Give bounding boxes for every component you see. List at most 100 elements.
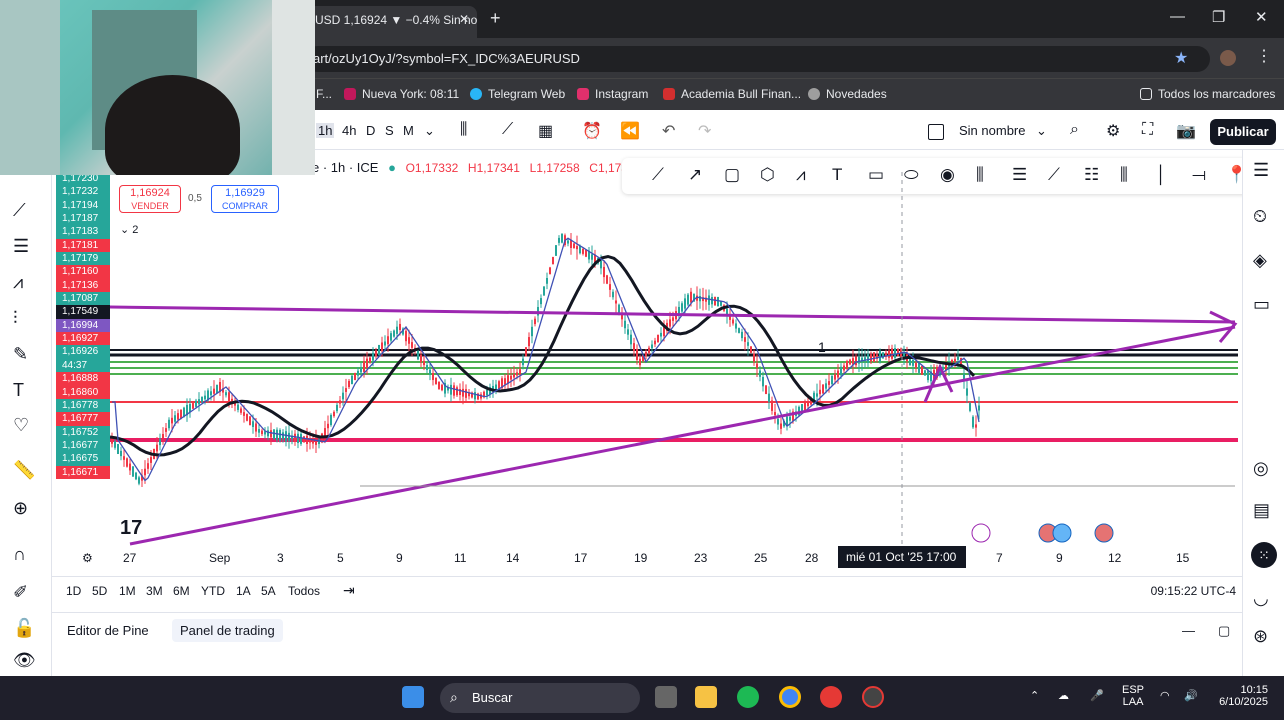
time-axis[interactable]: ⚙ 27 Sep 3 5 9 11 14 17 19 23 25 28 mié …: [52, 546, 1242, 570]
period-ytd[interactable]: YTD: [201, 584, 225, 598]
chrome-taskbar-icon[interactable]: [779, 686, 801, 708]
tab-trading-panel[interactable]: Panel de trading: [172, 619, 283, 642]
candle-body: [672, 317, 674, 321]
zoom-icon[interactable]: ⊕: [13, 498, 28, 519]
task-view-icon[interactable]: [655, 686, 677, 708]
undo-icon[interactable]: ↶: [662, 121, 675, 141]
browser-menu-icon[interactable]: ⋮: [1256, 46, 1272, 66]
indicators-icon[interactable]: ⟋: [502, 121, 513, 139]
signal-icon[interactable]: ◡: [1253, 588, 1269, 609]
url-field[interactable]: art/ozUy1OyJ/?symbol=FX_IDC%3AEURUSD: [305, 46, 1210, 72]
event-flag-icon-2[interactable]: [1052, 523, 1072, 543]
eye-icon[interactable]: 👁: [13, 650, 36, 671]
go-to-date-icon[interactable]: ⇥: [343, 582, 355, 599]
tray-chevron-icon[interactable]: ⌃: [1030, 689, 1039, 702]
layout-icon[interactable]: [928, 124, 944, 140]
xaxis-settings-icon[interactable]: ⚙: [82, 551, 93, 565]
apps-grid-icon[interactable]: ⁙: [1251, 542, 1277, 568]
fib-tool-icon[interactable]: ☰: [13, 236, 29, 257]
interval-m[interactable]: M: [403, 123, 414, 138]
trendline-tool-icon[interactable]: ⟋: [13, 200, 26, 221]
price-scale[interactable]: 1,17230 1,17232 1,17194 1,17187 1,17183 1,171…: [56, 172, 110, 546]
pattern-tool-icon[interactable]: ⩘: [13, 272, 23, 293]
price-chart-canvas[interactable]: 1 17: [110, 172, 1240, 546]
event-flag-icon-3[interactable]: [1094, 523, 1114, 543]
mic-icon[interactable]: 🎤: [1090, 689, 1104, 702]
file-explorer-icon[interactable]: [695, 686, 717, 708]
text-tool-icon[interactable]: T: [13, 380, 24, 401]
app-settings-icon[interactable]: [862, 686, 884, 708]
bookmark-novedades[interactable]: Novedades: [808, 87, 887, 101]
profile-avatar[interactable]: [1220, 50, 1236, 66]
close-window-button[interactable]: ✕: [1255, 8, 1268, 26]
period-3m[interactable]: 3M: [146, 584, 163, 598]
alerts-clock-icon[interactable]: ⏲: [1253, 206, 1267, 227]
period-5a[interactable]: 5A: [261, 584, 276, 598]
lock-drawing-icon[interactable]: ✐: [13, 582, 28, 603]
interval-4h[interactable]: 4h: [342, 123, 356, 138]
new-tab-icon[interactable]: +: [490, 8, 501, 29]
help-icon[interactable]: ⊛: [1253, 626, 1268, 647]
prediction-tool-icon[interactable]: ⫶: [13, 308, 18, 329]
period-1m[interactable]: 1M: [119, 584, 136, 598]
replay-icon[interactable]: ⏪: [620, 121, 640, 141]
alert-icon[interactable]: ⏰: [582, 121, 602, 141]
chat-icon[interactable]: ▭: [1253, 294, 1270, 315]
interval-d[interactable]: D: [366, 123, 375, 138]
candle-type-icon[interactable]: ⫼: [460, 121, 467, 139]
language-indicator[interactable]: ESP LAA: [1122, 684, 1144, 708]
volume-icon[interactable]: 🔊: [1184, 689, 1198, 702]
all-bookmarks[interactable]: Todos los marcadores: [1140, 87, 1275, 101]
heart-icon[interactable]: ♡: [13, 415, 29, 436]
taskbar-clock[interactable]: 10:15 6/10/2025: [1212, 684, 1268, 708]
interval-dropdown-icon[interactable]: ⌄: [424, 123, 435, 139]
bookmark-instagram[interactable]: Instagram: [577, 87, 648, 101]
close-tab-icon[interactable]: ✕: [459, 12, 469, 26]
interval-1h[interactable]: 1h: [316, 123, 335, 138]
layout-name[interactable]: Sin nombre: [959, 123, 1025, 138]
windows-start-icon[interactable]: [402, 686, 424, 708]
period-5d[interactable]: 5D: [92, 584, 107, 598]
calendar-icon[interactable]: ▤: [1253, 500, 1270, 521]
taskbar-search[interactable]: Buscar: [440, 683, 640, 713]
redo-icon[interactable]: ↷: [698, 121, 711, 141]
app-red-icon[interactable]: [820, 686, 842, 708]
candle-body: [441, 384, 443, 391]
camera-icon[interactable]: 📷: [1176, 121, 1196, 141]
bookmark-telegram[interactable]: Telegram Web: [470, 87, 565, 101]
layout-dropdown-icon[interactable]: ⌄: [1036, 123, 1047, 139]
tab-pine-editor[interactable]: Editor de Pine: [59, 619, 157, 642]
minimize-panel-icon[interactable]: —: [1174, 619, 1203, 642]
period-todos[interactable]: Todos: [288, 584, 320, 598]
bookmark-left[interactable]: F...: [316, 87, 332, 101]
templates-icon[interactable]: ▦: [538, 121, 553, 141]
interval-s[interactable]: S: [385, 123, 394, 138]
brush-tool-icon[interactable]: ✎: [13, 344, 28, 365]
bookmark-academia[interactable]: Academia Bull Finan...: [663, 87, 801, 101]
period-1a[interactable]: 1A: [236, 584, 251, 598]
lock-icon[interactable]: 🔓: [13, 618, 35, 639]
magnet-icon[interactable]: ∩: [13, 544, 26, 565]
candle-body: [345, 388, 347, 392]
maximize-panel-icon[interactable]: ▢: [1210, 619, 1238, 643]
utc-clock[interactable]: 09:15:22 UTC-4: [1151, 584, 1236, 598]
target-icon[interactable]: ◎: [1253, 458, 1269, 479]
watchlist-icon[interactable]: ☰: [1253, 160, 1269, 181]
bookmark-star-icon[interactable]: ★: [1174, 48, 1188, 68]
publish-button[interactable]: Publicar: [1210, 119, 1276, 145]
browser-tab[interactable]: USD 1,16924 ▼ −0.4% Sin nombre✕: [305, 6, 477, 38]
bookmark-ny[interactable]: Nueva York: 08:11: [344, 87, 459, 101]
event-lightning-icon[interactable]: [971, 523, 991, 543]
layers-icon[interactable]: ◈: [1253, 250, 1267, 271]
period-1d[interactable]: 1D: [66, 584, 81, 598]
minimize-button[interactable]: —: [1170, 8, 1185, 25]
cloud-icon[interactable]: ☁: [1058, 689, 1069, 702]
maximize-button[interactable]: ❐: [1212, 8, 1225, 26]
period-6m[interactable]: 6M: [173, 584, 190, 598]
settings-gear-icon[interactable]: ⚙: [1106, 121, 1120, 141]
spotify-icon[interactable]: [737, 686, 759, 708]
wifi-icon[interactable]: ◠: [1160, 689, 1170, 702]
ruler-icon[interactable]: 📏: [13, 460, 35, 481]
fullscreen-icon[interactable]: ⛶: [1142, 121, 1153, 139]
quick-search-icon[interactable]: ⌕: [1070, 121, 1079, 139]
